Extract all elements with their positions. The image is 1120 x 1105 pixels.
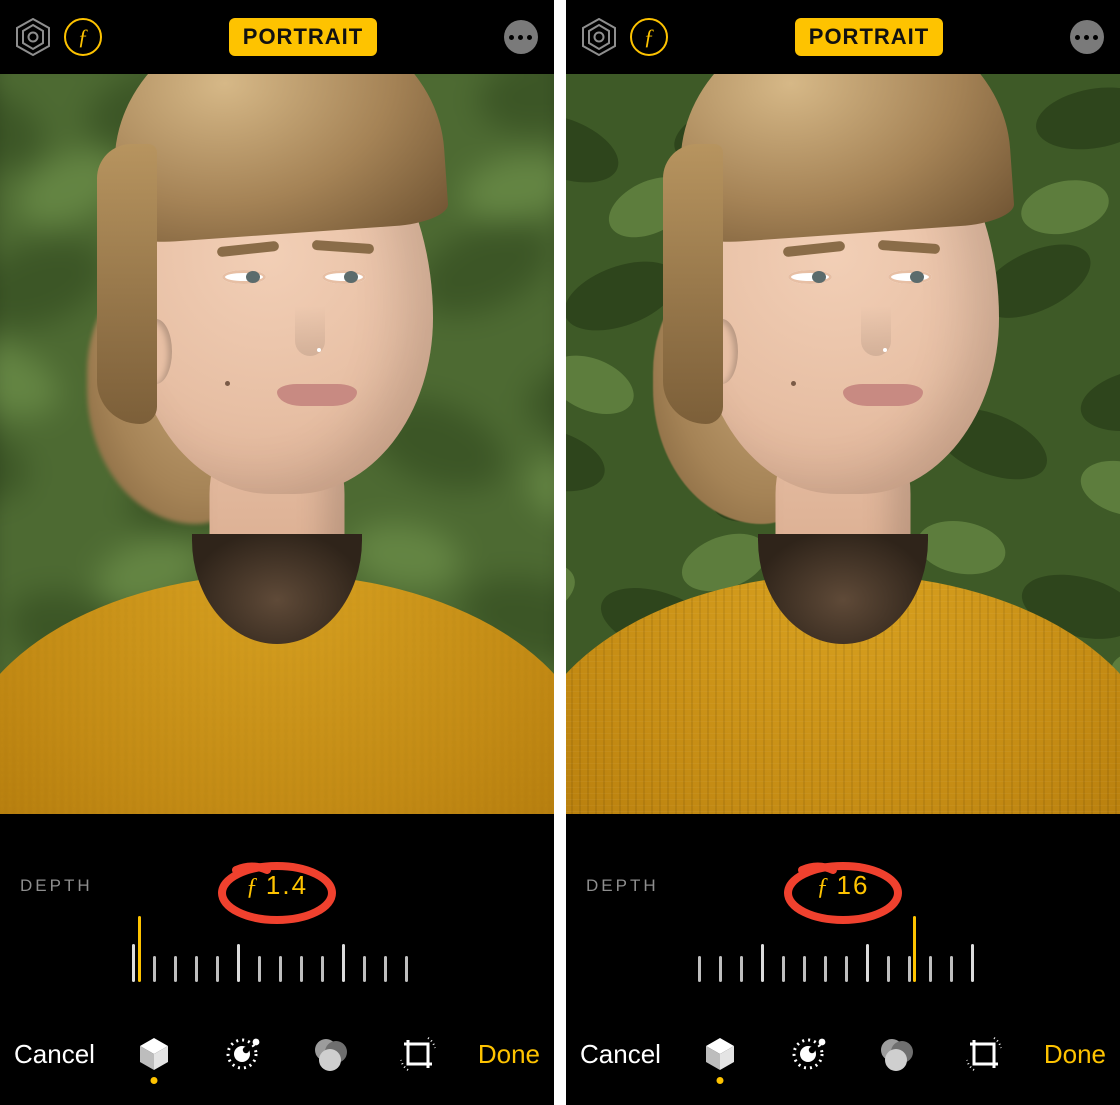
filters-venn-icon	[876, 1034, 916, 1074]
lighting-hex-button[interactable]	[16, 18, 50, 56]
phone-panel-left: ƒ PORTRAIT	[0, 0, 554, 1105]
active-dot	[717, 1077, 724, 1084]
depth-fvalue: ƒ16	[817, 870, 870, 901]
cancel-button[interactable]: Cancel	[580, 1039, 661, 1070]
ruler-indicator[interactable]	[913, 916, 916, 982]
cancel-button[interactable]: Cancel	[14, 1039, 95, 1070]
aperture-f-button[interactable]: ƒ	[630, 18, 668, 56]
filters-venn-icon	[310, 1034, 350, 1074]
cube-icon	[700, 1034, 740, 1074]
tool-icons	[130, 1024, 442, 1084]
top-left-controls: ƒ	[582, 18, 668, 56]
phone-panel-right: ƒ PORTRAIT	[566, 0, 1120, 1105]
hexagon-icon	[582, 18, 616, 56]
photo-preview[interactable]	[0, 74, 554, 814]
active-dot	[151, 1077, 158, 1084]
mode-pill[interactable]: PORTRAIT	[795, 18, 943, 56]
f-glyph: ƒ	[817, 874, 831, 900]
depth-section: DEPTH ƒ16	[566, 814, 1120, 1004]
mode-pill[interactable]: PORTRAIT	[229, 18, 377, 56]
f-glyph: ƒ	[78, 26, 89, 48]
ellipsis-dot	[509, 35, 514, 40]
cube-icon	[134, 1034, 174, 1074]
tool-icons	[696, 1024, 1008, 1084]
depth-ruler[interactable]	[698, 922, 988, 982]
tool-adjust[interactable]	[784, 1024, 832, 1084]
done-button[interactable]: Done	[478, 1039, 540, 1070]
top-bar: ƒ PORTRAIT	[566, 0, 1120, 74]
photo-subject	[566, 74, 1120, 814]
ellipsis-dot	[1084, 35, 1089, 40]
ruler-indicator[interactable]	[138, 916, 141, 982]
tool-crop[interactable]	[394, 1024, 442, 1084]
tool-lighting[interactable]	[696, 1024, 744, 1084]
adjust-dial-icon	[222, 1034, 262, 1074]
ellipsis-dot	[518, 35, 523, 40]
done-button[interactable]: Done	[1044, 1039, 1106, 1070]
top-bar: ƒ PORTRAIT	[0, 0, 554, 74]
tool-adjust[interactable]	[218, 1024, 266, 1084]
f-glyph: ƒ	[246, 874, 260, 900]
tool-filters[interactable]	[306, 1024, 354, 1084]
tool-crop[interactable]	[960, 1024, 1008, 1084]
top-left-controls: ƒ	[16, 18, 102, 56]
tool-lighting[interactable]	[130, 1024, 178, 1084]
photo-preview[interactable]	[566, 74, 1120, 814]
photo-subject	[0, 74, 554, 814]
depth-fvalue: ƒ1.4	[246, 870, 308, 901]
aperture-f-button[interactable]: ƒ	[64, 18, 102, 56]
comparison-wrap: ƒ PORTRAIT	[0, 0, 1120, 1105]
f-glyph: ƒ	[644, 26, 655, 48]
crop-rotate-icon	[964, 1034, 1004, 1074]
fvalue-num: 16	[837, 870, 870, 900]
ellipsis-dot	[1075, 35, 1080, 40]
more-button[interactable]	[504, 20, 538, 54]
more-button[interactable]	[1070, 20, 1104, 54]
crop-rotate-icon	[398, 1034, 438, 1074]
ellipsis-dot	[1093, 35, 1098, 40]
adjust-dial-icon	[788, 1034, 828, 1074]
ellipsis-dot	[527, 35, 532, 40]
depth-ruler[interactable]	[132, 922, 422, 982]
lighting-hex-button[interactable]	[582, 18, 616, 56]
depth-label: DEPTH	[586, 876, 659, 896]
fvalue-num: 1.4	[266, 870, 308, 900]
depth-section: DEPTH ƒ1.4	[0, 814, 554, 1004]
bottom-toolbar: Cancel	[566, 1004, 1120, 1104]
depth-label: DEPTH	[20, 876, 93, 896]
bottom-toolbar: Cancel	[0, 1004, 554, 1104]
tool-filters[interactable]	[872, 1024, 920, 1084]
hexagon-icon	[16, 18, 50, 56]
